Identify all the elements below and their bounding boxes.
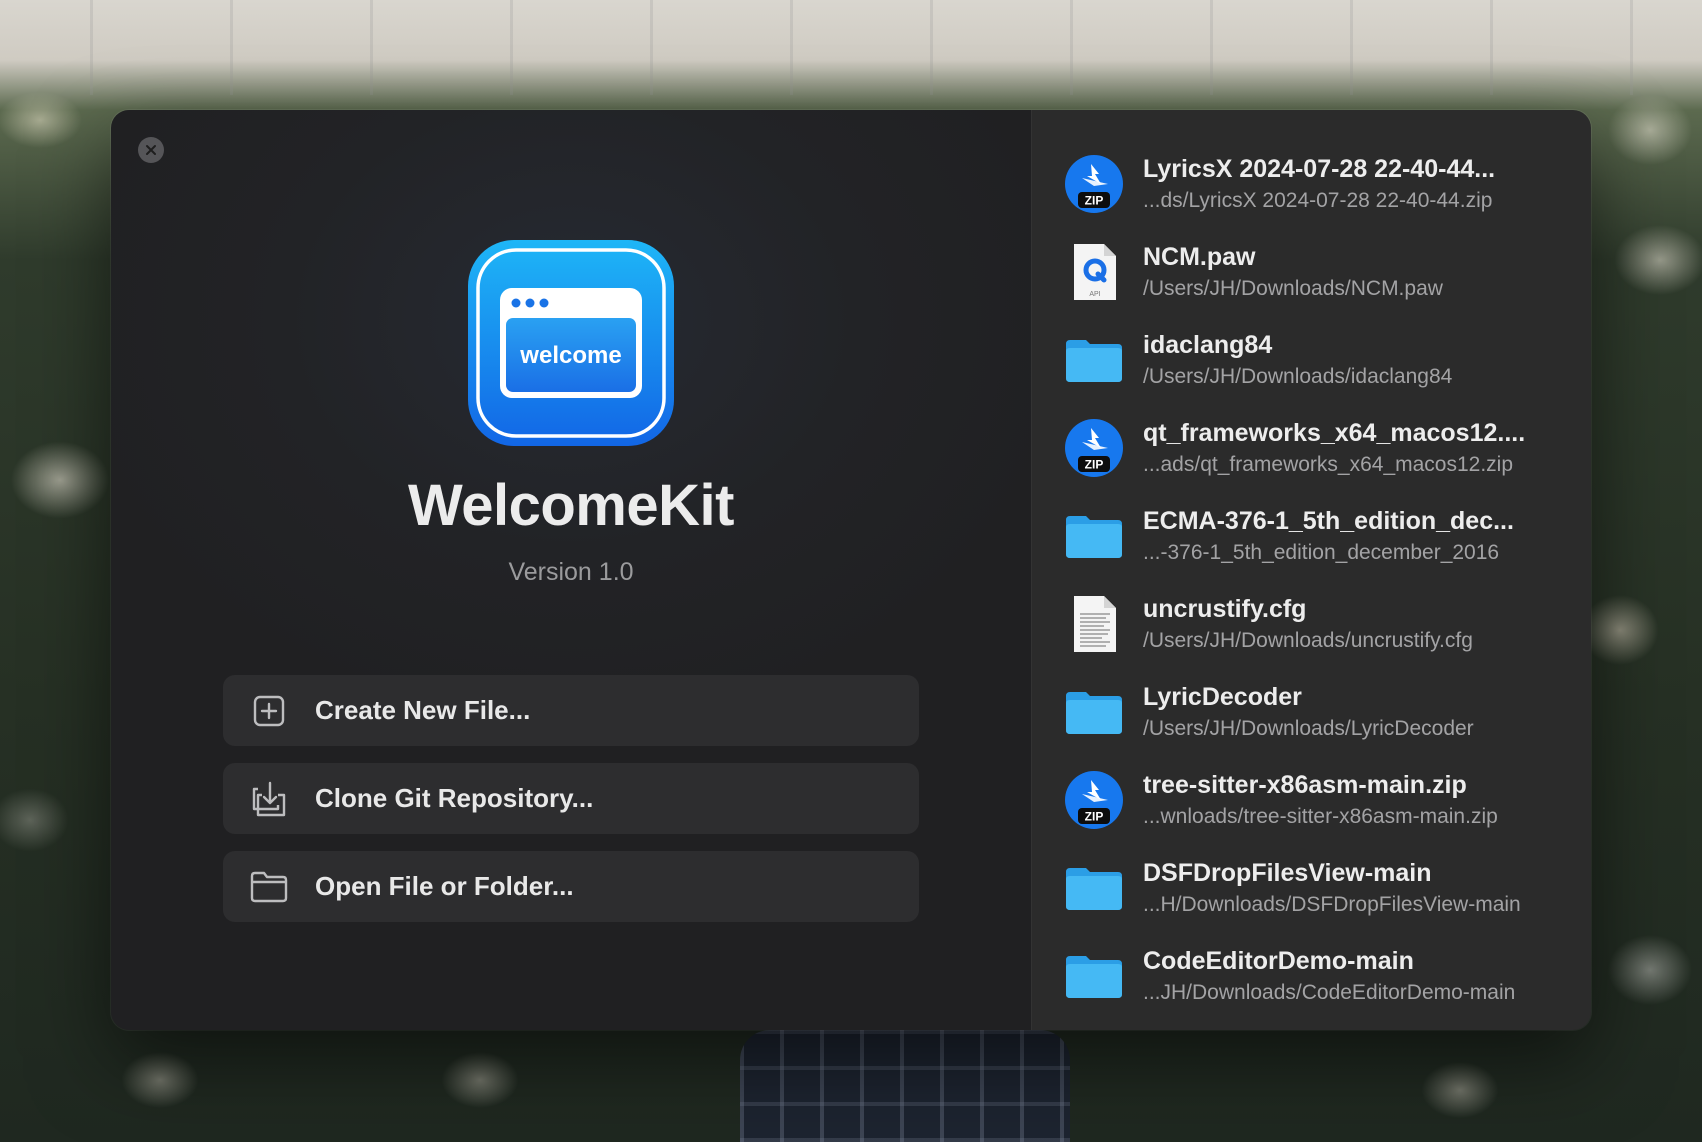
recent-item[interactable]: idaclang84 /Users/JH/Downloads/idaclang8… bbox=[1032, 316, 1591, 404]
welcome-pane: welcome WelcomeKit Version 1.0 Create Ne… bbox=[111, 110, 1031, 1030]
create-new-file-button[interactable]: Create New File... bbox=[223, 675, 919, 746]
clone-git-repository-button[interactable]: Clone Git Repository... bbox=[223, 763, 919, 834]
welcome-window: welcome WelcomeKit Version 1.0 Create Ne… bbox=[111, 110, 1591, 1030]
open-file-or-folder-button[interactable]: Open File or Folder... bbox=[223, 851, 919, 922]
recent-item-path: /Users/JH/Downloads/uncrustify.cfg bbox=[1143, 629, 1473, 652]
recent-item[interactable]: LyricDecoder /Users/JH/Downloads/LyricDe… bbox=[1032, 668, 1591, 756]
plus-square-icon bbox=[249, 691, 289, 731]
recent-item-path: ...wnloads/tree-sitter-x86asm-main.zip bbox=[1143, 805, 1498, 828]
recent-item-name: DSFDropFilesView-main bbox=[1143, 859, 1432, 887]
recent-item-name: CodeEditorDemo-main bbox=[1143, 947, 1414, 975]
recent-item-path: ...JH/Downloads/CodeEditorDemo-main bbox=[1143, 981, 1516, 1004]
svg-text:welcome: welcome bbox=[519, 342, 621, 369]
download-tray-icon bbox=[249, 779, 289, 819]
folder-icon bbox=[1066, 956, 1122, 998]
action-label: Open File or Folder... bbox=[315, 871, 574, 901]
recent-item-path: ...-376-1_5th_edition_december_2016 bbox=[1143, 541, 1500, 564]
folder-icon bbox=[1066, 516, 1122, 558]
recent-item[interactable]: ECMA-376-1_5th_edition_dec... ...-376-1_… bbox=[1032, 492, 1591, 580]
app-title: WelcomeKit bbox=[408, 473, 734, 538]
close-button[interactable] bbox=[138, 137, 164, 163]
recent-item-path: /Users/JH/Downloads/NCM.paw bbox=[1143, 277, 1443, 300]
recent-item-name: LyricDecoder bbox=[1143, 683, 1302, 711]
recent-item-name: idaclang84 bbox=[1143, 331, 1273, 359]
svg-text:API: API bbox=[1089, 291, 1100, 298]
recent-item-path: ...H/Downloads/DSFDropFilesView-main bbox=[1143, 893, 1521, 916]
folder-icon bbox=[1066, 868, 1122, 910]
svg-text:ZIP: ZIP bbox=[1085, 810, 1104, 824]
recent-item[interactable]: ZIP qt_frameworks_x64_macos12.... ...ads… bbox=[1032, 404, 1591, 492]
recent-item[interactable]: CodeEditorDemo-main ...JH/Downloads/Code… bbox=[1032, 932, 1591, 1020]
recent-item-path: /Users/JH/Downloads/LyricDecoder bbox=[1143, 717, 1474, 740]
recent-item-name: LyricsX 2024-07-28 22-40-44... bbox=[1143, 155, 1496, 183]
recent-files-list: ZIP LyricsX 2024-07-28 22-40-44... ...ds… bbox=[1031, 110, 1591, 1030]
folder-icon bbox=[1066, 692, 1122, 734]
recent-item-name: NCM.paw bbox=[1143, 243, 1256, 271]
paw-document-icon: API bbox=[1074, 244, 1116, 300]
recent-item-name: tree-sitter-x86asm-main.zip bbox=[1143, 771, 1467, 799]
recent-item[interactable]: uncrustify.cfg /Users/JH/Downloads/uncru… bbox=[1032, 580, 1591, 668]
text-document-icon bbox=[1074, 596, 1116, 652]
zip-archive-icon: ZIP bbox=[1065, 419, 1123, 477]
close-icon bbox=[146, 145, 156, 155]
recent-item-name: uncrustify.cfg bbox=[1143, 595, 1307, 623]
recent-item-path: ...ads/qt_frameworks_x64_macos12.zip bbox=[1143, 453, 1514, 476]
app-version: Version 1.0 bbox=[508, 558, 634, 586]
action-label: Create New File... bbox=[315, 695, 531, 725]
folder-icon bbox=[1066, 340, 1122, 382]
recent-item[interactable]: ZIP LyricsX 2024-07-28 22-40-44... ...ds… bbox=[1032, 140, 1591, 228]
wallpaper-wall bbox=[0, 0, 1702, 95]
recent-item-name: qt_frameworks_x64_macos12.... bbox=[1143, 419, 1526, 447]
action-list: Create New File... Clone Git Repository.… bbox=[223, 675, 919, 939]
svg-text:ZIP: ZIP bbox=[1085, 458, 1104, 472]
recent-item[interactable]: API NCM.paw /Users/JH/Downloads/NCM.paw bbox=[1032, 228, 1591, 316]
action-label: Clone Git Repository... bbox=[315, 783, 594, 813]
app-icon: welcome bbox=[468, 240, 674, 446]
wallpaper-figure bbox=[740, 1030, 1070, 1142]
recent-item-name: ECMA-376-1_5th_edition_dec... bbox=[1143, 507, 1514, 535]
recent-item-path: /Users/JH/Downloads/idaclang84 bbox=[1143, 365, 1453, 388]
recent-item[interactable]: ZIP tree-sitter-x86asm-main.zip ...wnloa… bbox=[1032, 756, 1591, 844]
svg-text:ZIP: ZIP bbox=[1085, 194, 1104, 208]
zip-archive-icon: ZIP bbox=[1065, 771, 1123, 829]
zip-archive-icon: ZIP bbox=[1065, 155, 1123, 213]
folder-icon bbox=[249, 867, 289, 907]
recent-item[interactable]: DSFDropFilesView-main ...H/Downloads/DSF… bbox=[1032, 844, 1591, 932]
recent-item-path: ...ds/LyricsX 2024-07-28 22-40-44.zip bbox=[1143, 189, 1493, 212]
